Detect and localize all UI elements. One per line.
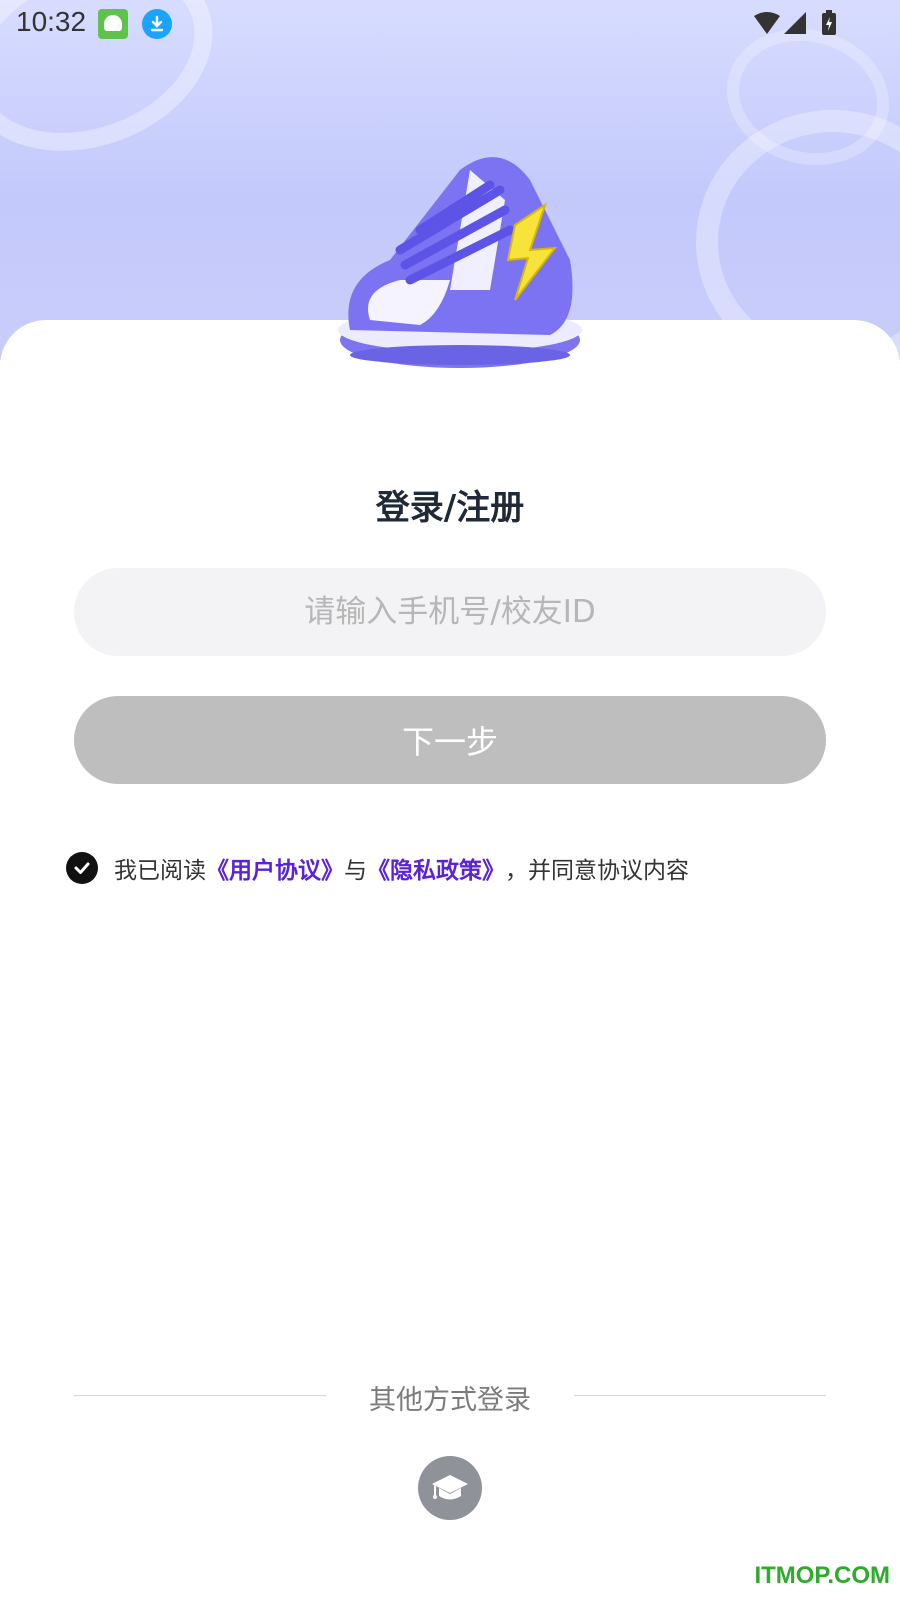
checkmark-icon bbox=[74, 862, 90, 874]
alumni-login-button[interactable] bbox=[418, 1456, 482, 1520]
watermark: ITMOP.COM bbox=[754, 1562, 890, 1589]
download-icon bbox=[142, 9, 172, 39]
agreement-checkbox[interactable] bbox=[66, 852, 98, 884]
status-time: 10:32 bbox=[16, 6, 87, 37]
next-step-button[interactable]: 下一步 bbox=[74, 696, 826, 784]
privacy-policy-link[interactable]: 《隐私政策》 bbox=[367, 851, 505, 885]
agreement-row: 我已阅读 《用户协议》 与 《隐私政策》 ，并同意协议内容 bbox=[66, 850, 689, 886]
app-notification-icon bbox=[98, 9, 128, 39]
user-agreement-link[interactable]: 《用户协议》 bbox=[206, 851, 344, 885]
phone-id-input[interactable] bbox=[74, 568, 826, 656]
other-login-label: 其他方式登录 bbox=[369, 1385, 531, 1416]
system-status-icons bbox=[754, 10, 836, 35]
cell-signal-icon bbox=[784, 12, 806, 34]
graduation-cap-icon bbox=[432, 1475, 468, 1500]
page-title: 登录/注册 bbox=[375, 488, 525, 528]
agreement-conjunction: 与 bbox=[344, 858, 367, 884]
agreement-suffix: ，并同意协议内容 bbox=[505, 858, 689, 884]
agreement-prefix: 我已阅读 bbox=[114, 858, 206, 884]
wifi-icon bbox=[754, 12, 780, 34]
sneaker-illustration bbox=[338, 157, 582, 368]
status-bar: 10:32 bbox=[0, 0, 900, 48]
